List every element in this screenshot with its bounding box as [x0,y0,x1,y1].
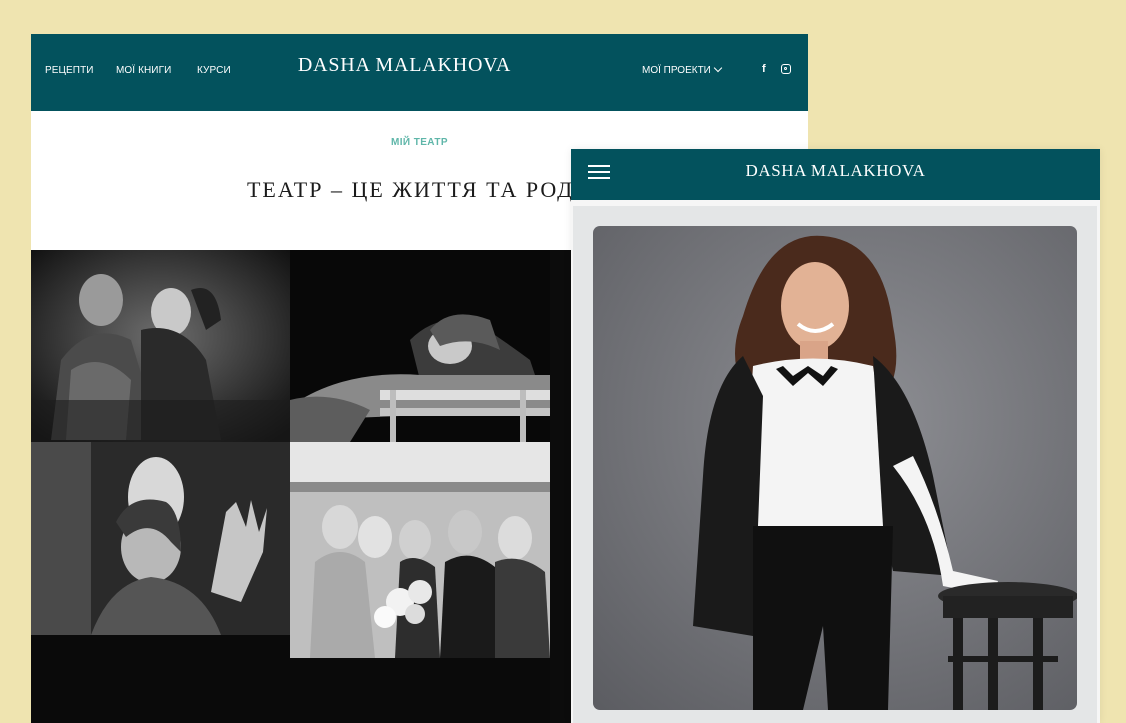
my-projects-label: МОЇ ПРОЕКТИ [642,65,711,76]
chevron-down-icon [713,63,723,73]
theatre-photo-1[interactable] [31,250,290,442]
hero-section [573,206,1097,723]
desktop-header: РЕЦЕПТИ МОЇ КНИГИ КУРСИ DASHA MALAKHOVA … [31,34,808,111]
gallery-bottom-middle [290,658,550,723]
mobile-page: DASHA MALAKHOVA [571,149,1100,723]
instagram-icon[interactable] [781,64,791,74]
theatre-photo-4[interactable] [290,442,550,658]
portrait-photo [593,226,1077,710]
theatre-photo-2[interactable] [290,250,550,442]
mobile-header: DASHA MALAKHOVA [571,149,1100,200]
theatre-photo-3[interactable] [31,442,290,635]
section-category[interactable]: МІЙ ТЕАТР [31,137,808,148]
mobile-site-logo[interactable]: DASHA MALAKHOVA [571,161,1100,181]
my-projects-dropdown[interactable]: МОЇ ПРОЕКТИ [642,63,723,76]
facebook-icon[interactable]: f [762,63,766,75]
gallery-bottom-left [31,635,290,723]
